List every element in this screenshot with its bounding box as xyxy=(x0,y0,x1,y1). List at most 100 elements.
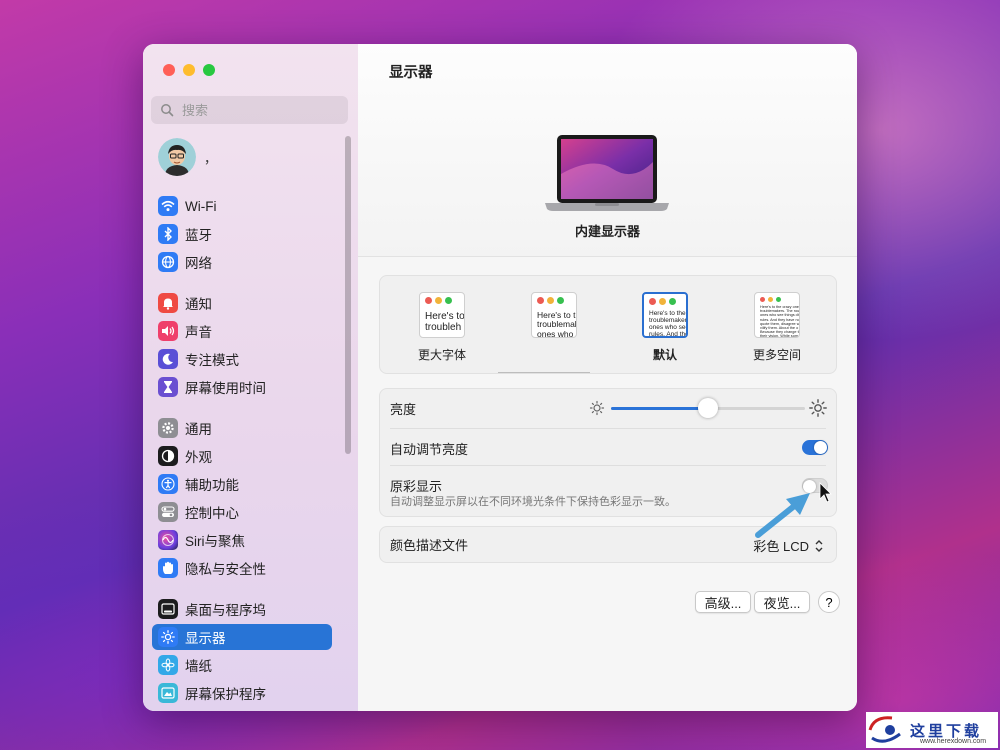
moon-icon xyxy=(158,349,178,369)
sidebar-item-sound[interactable]: 声音 xyxy=(152,318,332,344)
sidebar-item-label: 显示器 xyxy=(185,631,226,646)
bell-icon xyxy=(158,293,178,313)
resolution-picker: Here's to troubleh 更大字体 Here's to the tr… xyxy=(379,275,837,374)
sidebar-item-appearance[interactable]: 外观 xyxy=(152,443,332,469)
sidebar-item-siri[interactable]: Siri与聚焦 xyxy=(152,527,332,553)
sidebar-item-control-center[interactable]: 控制中心 xyxy=(152,499,332,525)
sidebar-item-label: 墙纸 xyxy=(185,659,212,674)
page-title: 显示器 xyxy=(389,65,433,81)
sidebar-item-label: 通知 xyxy=(185,297,212,312)
annotation-arrow xyxy=(755,482,832,538)
close-button[interactable] xyxy=(163,64,175,76)
display-header: 显示器 内建显示器 xyxy=(358,44,857,257)
sidebar-item-label: 屏幕使用时间 xyxy=(185,381,266,396)
brightness-high-icon xyxy=(809,399,827,417)
sidebar-item-label: 外观 xyxy=(185,450,212,465)
search-icon xyxy=(161,104,174,117)
gear-icon xyxy=(158,418,178,438)
flower-icon xyxy=(158,655,178,675)
accessibility-icon xyxy=(158,474,178,494)
sidebar-item-privacy[interactable]: 隐私与安全性 xyxy=(152,555,332,581)
sidebar-scrollbar[interactable] xyxy=(345,136,351,454)
auto-brightness-row: 自动调节亮度 xyxy=(380,429,836,467)
sidebar-item-accessibility[interactable]: 辅助功能 xyxy=(152,471,332,497)
sidebar-item-general[interactable]: 通用 xyxy=(152,415,332,441)
sidebar-item-label: 控制中心 xyxy=(185,506,239,521)
sidebar-item-label: Wi-Fi xyxy=(185,198,217,214)
resolution-option-2[interactable]: Here's to the troublemakers ones who see xyxy=(498,292,594,373)
color-profile-label: 颜色描述文件 xyxy=(390,538,469,553)
sidebar-item-focus[interactable]: 专注模式 xyxy=(152,346,332,372)
screensaver-icon xyxy=(158,683,178,703)
sidebar-item-network[interactable]: 网络 xyxy=(152,249,332,275)
sidebar-item-desktop-dock[interactable]: 桌面与程序坞 xyxy=(152,596,332,622)
sidebar-item-wallpaper[interactable]: 墙纸 xyxy=(152,652,332,678)
settings-window: ， Wi-Fi 蓝牙 网络 通知 xyxy=(143,44,857,711)
hand-icon xyxy=(158,558,178,578)
brightness-slider-knob[interactable] xyxy=(698,398,718,418)
hourglass-icon xyxy=(158,377,178,397)
search-input[interactable] xyxy=(180,101,344,119)
search-field[interactable] xyxy=(151,96,348,124)
resolution-option-more-space[interactable]: Here's to the crazy ones troublemakers. … xyxy=(737,292,817,363)
avatar xyxy=(158,138,196,176)
sidebar-item-screensaver[interactable]: 屏幕保护程序 xyxy=(152,680,332,706)
sidebar-item-label: 辅助功能 xyxy=(185,478,239,493)
sidebar-item-label: 网络 xyxy=(185,256,212,271)
bluetooth-icon xyxy=(158,224,178,244)
resolution-preview: Here's to the troublemakers ones who see xyxy=(531,292,577,338)
auto-brightness-label: 自动调节亮度 xyxy=(390,441,469,457)
speaker-icon xyxy=(158,321,178,341)
watermark-logo xyxy=(868,716,901,743)
sidebar-item-wifi[interactable]: Wi-Fi xyxy=(152,193,332,219)
control-center-icon xyxy=(158,502,178,522)
sidebar-item-label: 通用 xyxy=(185,422,212,437)
resolution-slider-track xyxy=(498,372,590,373)
sidebar-item-label: Siri与聚焦 xyxy=(185,534,245,549)
watermark-url: www.herexdown.com xyxy=(920,738,987,745)
sidebar-item-label: 隐私与安全性 xyxy=(185,562,266,577)
resolution-preview: Here's to troubleh xyxy=(419,292,465,338)
appearance-icon xyxy=(158,446,178,466)
sidebar-item-displays[interactable]: 显示器 xyxy=(152,624,332,650)
resolution-option-default[interactable]: Here's to the c troublemakers. ones who … xyxy=(625,292,705,363)
row-divider xyxy=(390,465,826,466)
wifi-icon xyxy=(158,196,178,216)
window-controls xyxy=(163,64,215,76)
sidebar-item-bluetooth[interactable]: 蓝牙 xyxy=(152,221,332,247)
sidebar-item-label: 蓝牙 xyxy=(185,228,212,243)
resolution-label: 更大字体 xyxy=(417,348,466,362)
siri-icon xyxy=(158,530,178,550)
user-name: ， xyxy=(204,150,218,166)
brightness-row: 亮度 xyxy=(380,389,836,427)
true-tone-description: 自动调整显示屏以在不同环境光条件下保持色彩显示一致。 xyxy=(390,496,676,508)
laptop-image xyxy=(545,135,669,211)
sidebar: ， Wi-Fi 蓝牙 网络 通知 xyxy=(143,44,359,711)
toggle-knob xyxy=(814,441,827,454)
user-account[interactable]: ， xyxy=(158,138,217,176)
night-shift-button[interactable]: 夜览... xyxy=(754,591,810,613)
brightness-slider[interactable] xyxy=(611,398,805,418)
brightness-low-icon xyxy=(589,400,605,416)
brightness-label: 亮度 xyxy=(390,401,417,417)
resolution-preview: Here's to the crazy ones troublemakers. … xyxy=(754,292,800,338)
main-pane: 显示器 内建显示器 Here's to troubleh 更大字体 Here's… xyxy=(358,44,857,711)
minimize-button[interactable] xyxy=(183,64,195,76)
resolution-preview: Here's to the c troublemakers. ones who … xyxy=(642,292,688,338)
sidebar-item-notifications[interactable]: 通知 xyxy=(152,290,332,316)
sidebar-item-label: 桌面与程序坞 xyxy=(185,603,266,618)
sidebar-item-label: 专注模式 xyxy=(185,353,239,368)
resolution-label: 更多空间 xyxy=(752,348,801,362)
help-button[interactable]: ? xyxy=(818,591,840,613)
brightness-slider-fill xyxy=(611,407,708,410)
advanced-button[interactable]: 高级... xyxy=(695,591,751,613)
sidebar-item-screen-time[interactable]: 屏幕使用时间 xyxy=(152,374,332,400)
globe-icon xyxy=(158,252,178,272)
watermark: 这里下载 www.herexdown.com xyxy=(866,712,998,748)
display-name: 内建显示器 xyxy=(574,224,640,239)
auto-brightness-toggle[interactable] xyxy=(802,440,828,455)
sun-icon xyxy=(158,627,178,647)
resolution-option-larger-text[interactable]: Here's to troubleh 更大字体 xyxy=(402,292,482,363)
dock-icon xyxy=(158,599,178,619)
zoom-button[interactable] xyxy=(203,64,215,76)
